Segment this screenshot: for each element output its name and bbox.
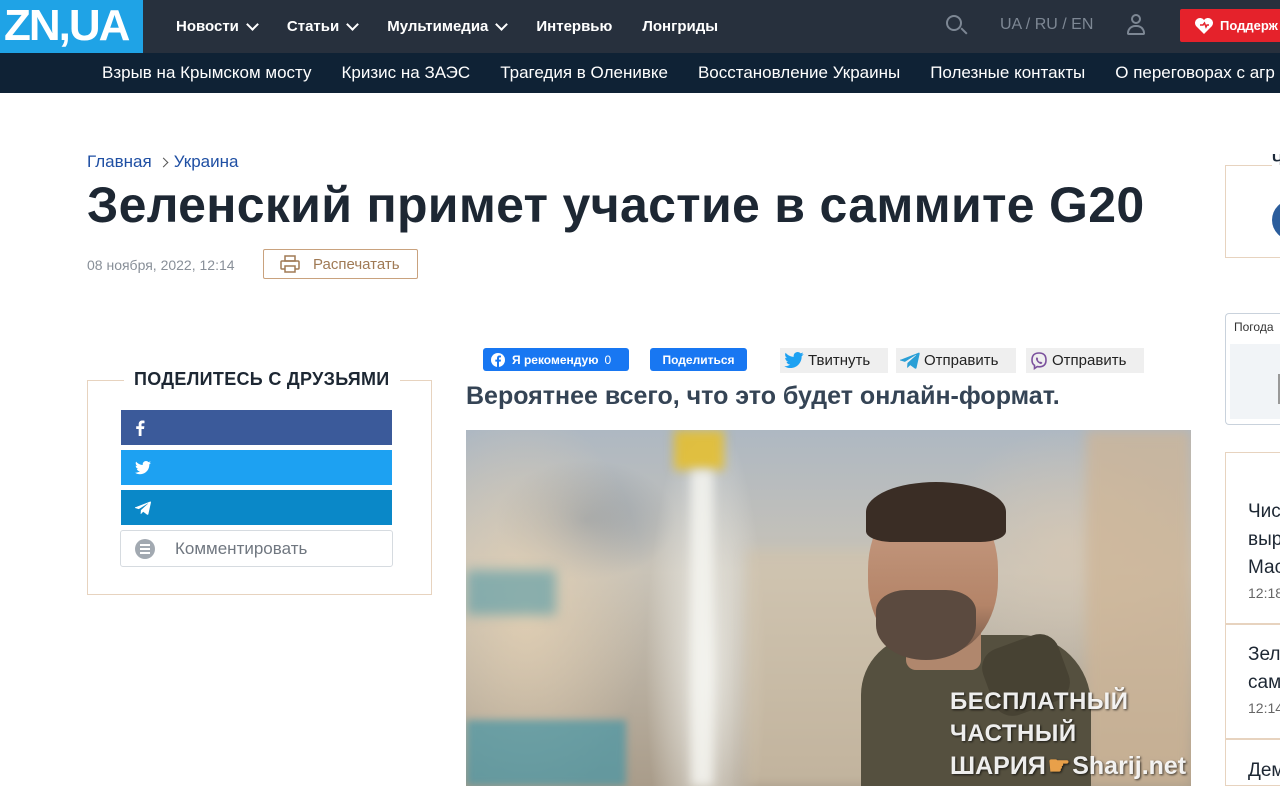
chevron-down-icon — [495, 17, 509, 31]
article-title: Зеленский примет участие в саммите G20 — [87, 177, 1145, 233]
news-item[interactable]: Зел сам — [1248, 641, 1280, 697]
viber-icon — [1031, 351, 1047, 370]
news-line: Зел — [1248, 644, 1280, 665]
weather-label: Погода — [1234, 320, 1274, 334]
nav-label: Статьи — [286, 18, 340, 35]
top-header: ZN,UA Новости Статьи Мультимедиа Интервь… — [0, 0, 1280, 53]
chevron-down-icon — [346, 17, 360, 31]
nav-item-news[interactable]: Новости — [176, 17, 259, 35]
lang-sep: / — [1021, 16, 1035, 33]
telegram-icon — [135, 501, 151, 515]
twitter-icon — [784, 352, 804, 369]
lang-sep: / — [1057, 16, 1072, 33]
twitter-icon — [135, 460, 151, 474]
news-item[interactable]: Чис выр Мас — [1248, 498, 1280, 582]
news-item[interactable]: Дем — [1248, 757, 1280, 785]
watermark-word: ШАРИЯ — [950, 752, 1046, 780]
right-widget: Ч — [1225, 152, 1280, 258]
topic-link[interactable]: Взрыв на Крымском мосту — [102, 63, 312, 83]
tweet-button[interactable]: Твитнуть — [780, 348, 888, 373]
language-switcher: UA / RU / EN — [1000, 16, 1093, 34]
nav-label: Лонгриды — [642, 18, 719, 35]
logo-text: ZN,UA — [4, 1, 130, 50]
print-label: Распечатать — [313, 255, 400, 273]
nav-item-multimedia[interactable]: Мультимедиа — [387, 17, 509, 35]
pointing-hand-icon: ☛ — [1047, 752, 1071, 780]
lang-ua[interactable]: UA — [1000, 16, 1021, 33]
chevron-down-icon — [246, 17, 259, 31]
watermark-line1: БЕСПЛАТНЫЙ ЧАСТНЫЙ — [950, 688, 1129, 747]
chevron-right-icon — [158, 157, 169, 167]
news-feed: Чис выр Мас 12:18 Зел сам 12:14 Дем — [1225, 452, 1280, 786]
search-icon[interactable] — [946, 15, 968, 37]
telegram-label: Отправить — [924, 352, 999, 369]
main-nav: Новости Статьи Мультимедиа Интервью Лонг… — [176, 0, 748, 53]
heart-icon — [1195, 17, 1213, 34]
facebook-icon — [491, 352, 505, 367]
news-time: 12:18 — [1248, 585, 1280, 601]
news-line: сам — [1248, 672, 1280, 693]
nav-label: Интервью — [536, 18, 613, 35]
share-twitter-button[interactable] — [121, 450, 392, 485]
topic-link[interactable]: О переговорах с агр — [1115, 63, 1275, 83]
topic-link[interactable]: Полезные контакты — [930, 63, 1085, 83]
comment-icon — [135, 538, 155, 559]
breadcrumb-section[interactable]: Украина — [174, 152, 239, 172]
support-button[interactable]: Поддерж — [1180, 9, 1280, 42]
article-date: 08 ноября, 2022, 12:14 — [87, 257, 235, 273]
page: ZN,UA Новости Статьи Мультимедиа Интервь… — [0, 0, 1280, 786]
widget-title: Ч — [1272, 152, 1280, 170]
weather-widget[interactable]: Погода — [1225, 313, 1280, 425]
lang-en[interactable]: EN — [1071, 16, 1093, 33]
topics-bar: Взрыв на Крымском мосту Кризис на ЗАЭС Т… — [0, 53, 1280, 93]
share-box: ПОДЕЛИТЕСЬ С ДРУЗЬЯМИ Комментировать — [87, 369, 432, 595]
nav-label: Новости — [176, 18, 239, 35]
news-line: Чис — [1248, 501, 1280, 522]
topic-link[interactable]: Трагедия в Оленивке — [500, 63, 668, 83]
nav-item-interviews[interactable]: Интервью — [536, 18, 612, 35]
nav-item-articles[interactable]: Статьи — [286, 17, 360, 35]
user-icon[interactable] — [1126, 14, 1146, 38]
fb-share-label: Поделиться — [662, 352, 735, 367]
news-line: выр — [1248, 529, 1280, 550]
nav-item-longreads[interactable]: Лонгриды — [642, 18, 718, 35]
viber-send-button[interactable]: Отправить — [1026, 348, 1144, 373]
nav-label: Мультимедиа — [387, 18, 489, 35]
comment-label: Комментировать — [175, 538, 308, 558]
telegram-send-button[interactable]: Отправить — [896, 348, 1016, 373]
fb-like-label: Я рекомендую — [512, 352, 599, 367]
breadcrumb-home[interactable]: Главная — [87, 152, 152, 172]
facebook-like-button[interactable]: Я рекомендую 0 — [483, 348, 629, 371]
share-telegram-button[interactable] — [121, 490, 392, 525]
news-line: Дем — [1248, 760, 1280, 781]
telegram-icon — [900, 352, 920, 369]
lang-ru[interactable]: RU — [1035, 16, 1058, 33]
printer-icon — [280, 255, 300, 273]
fb-like-count: 0 — [604, 352, 612, 367]
facebook-icon — [136, 420, 145, 436]
watermark-line2: ШАРИЯ☛Sharij.net — [950, 750, 1250, 782]
support-label: Поддерж — [1220, 18, 1278, 33]
viber-label: Отправить — [1052, 352, 1127, 369]
news-line: Мас — [1248, 557, 1280, 578]
topic-link[interactable]: Кризис на ЗАЭС — [342, 63, 471, 83]
article-lead: Вероятнее всего, что это будет онлайн-фо… — [466, 382, 1060, 410]
comment-button[interactable]: Комментировать — [120, 530, 393, 567]
print-button[interactable]: Распечатать — [263, 249, 418, 279]
site-logo[interactable]: ZN,UA — [0, 0, 143, 53]
share-facebook-button[interactable] — [121, 410, 392, 445]
breadcrumb: Главная Украина — [87, 152, 238, 172]
facebook-share-button[interactable]: Поделиться — [650, 348, 747, 371]
tweet-label: Твитнуть — [808, 352, 871, 369]
widget-avatar[interactable] — [1272, 200, 1280, 240]
news-time: 12:14 — [1248, 700, 1280, 716]
watermark-site: Sharij.net — [1072, 752, 1187, 780]
topic-link[interactable]: Восстановление Украины — [698, 63, 900, 83]
share-box-title: ПОДЕЛИТЕСЬ С ДРУЗЬЯМИ — [124, 369, 400, 390]
watermark: БЕСПЛАТНЫЙ ЧАСТНЫЙ ШАРИЯ☛Sharij.net — [950, 686, 1250, 782]
